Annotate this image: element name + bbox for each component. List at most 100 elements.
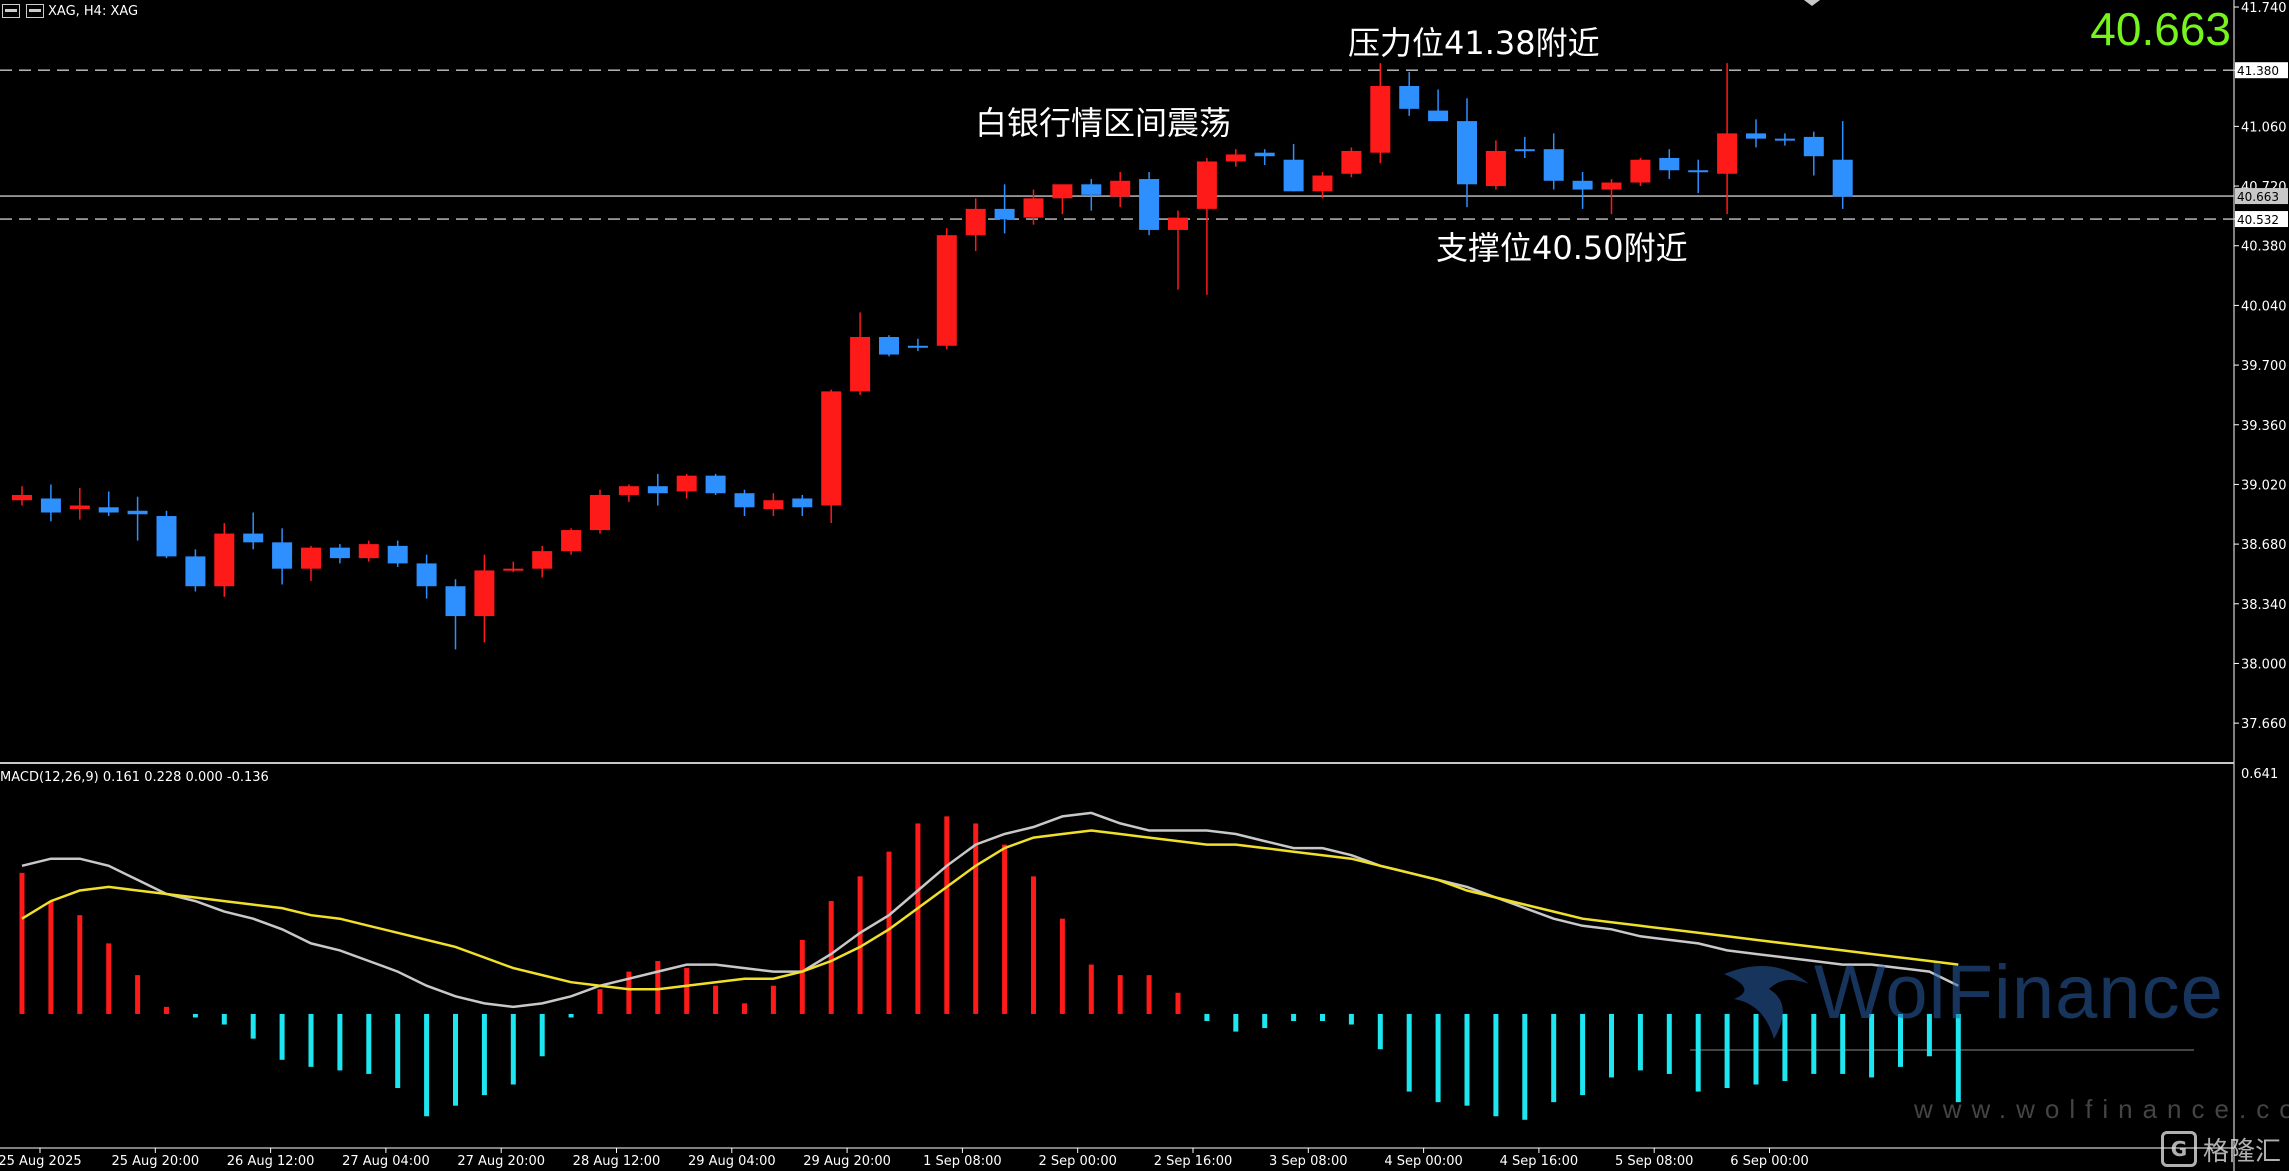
- candle: [1052, 184, 1073, 215]
- candle: [561, 528, 582, 555]
- candle-body: [1081, 184, 1102, 195]
- macd-histogram-bar: [1088, 964, 1094, 1014]
- macd-histogram-bar: [308, 1013, 314, 1067]
- candle-body: [1023, 198, 1044, 218]
- candle: [1774, 133, 1795, 146]
- menu-icon[interactable]: [2, 4, 20, 18]
- candle-body: [1832, 159, 1853, 197]
- candle: [156, 510, 177, 559]
- candle: [1832, 121, 1853, 209]
- candle-body: [734, 493, 755, 508]
- y-tick-label: 39.360: [2241, 419, 2287, 434]
- macd-histogram-bar: [1059, 918, 1065, 1014]
- signal-line: [21, 829, 1959, 991]
- candle: [243, 512, 264, 550]
- candle: [1139, 172, 1160, 236]
- macd-histogram-bar: [250, 1013, 256, 1039]
- candle-body: [358, 544, 379, 559]
- candle: [1168, 210, 1188, 290]
- candle: [416, 554, 437, 599]
- candle: [1399, 71, 1420, 116]
- macd-histogram-bar: [221, 1013, 227, 1025]
- candle: [1688, 159, 1709, 194]
- macd-histogram-bar: [828, 901, 834, 1014]
- macd-histogram-bar: [1753, 1013, 1759, 1085]
- candle: [734, 489, 755, 517]
- macd-histogram-bar: [915, 823, 921, 1014]
- candle: [185, 549, 206, 592]
- candle: [1110, 172, 1131, 208]
- macd-histogram-bar: [1724, 1013, 1730, 1089]
- candle-body: [12, 494, 32, 501]
- x-tick-label: 25 Aug 20:00: [111, 1154, 199, 1169]
- macd-histogram-bar: [337, 1013, 343, 1071]
- macd-histogram-bar: [1637, 1013, 1643, 1071]
- candle: [12, 486, 32, 506]
- candle-body: [1514, 149, 1535, 152]
- x-tick-label: 29 Aug 04:00: [688, 1154, 776, 1169]
- current-price: 40.663: [2090, 3, 2231, 55]
- candle-body: [879, 336, 899, 355]
- candle-body: [705, 475, 726, 494]
- candle: [792, 494, 813, 517]
- macd-histogram-bar: [1204, 1013, 1210, 1021]
- candle-body: [763, 500, 784, 510]
- candle-body: [98, 507, 119, 513]
- macd-histogram-bar: [510, 1013, 516, 1085]
- chart-window-icon[interactable]: [26, 4, 44, 18]
- candle: [1485, 140, 1506, 190]
- x-tick-label: 25 Aug 2025: [0, 1154, 82, 1169]
- macd-histogram-bar: [1031, 876, 1036, 1014]
- macd-histogram-bar: [1695, 1013, 1701, 1092]
- macd-histogram-bar: [1175, 992, 1181, 1014]
- candle-body: [994, 208, 1015, 220]
- candle: [647, 473, 668, 506]
- chart-canvas[interactable]: 41.74041.38041.06040.72040.53240.38040.0…: [0, 0, 2289, 1171]
- candle-body: [243, 533, 264, 543]
- macd-histogram-bar: [1464, 1013, 1470, 1106]
- candle: [1225, 149, 1246, 167]
- candle: [1514, 136, 1535, 158]
- candle-body: [1399, 86, 1420, 109]
- candle-body: [1370, 86, 1391, 153]
- macd-histogram-bar: [742, 1003, 747, 1014]
- candle-body: [1543, 149, 1564, 181]
- candle-body: [272, 542, 293, 569]
- candle-body: [1110, 180, 1131, 197]
- macd-histogram-bar: [1435, 1013, 1441, 1103]
- candle: [445, 579, 466, 650]
- candle: [936, 228, 957, 350]
- macd-line: [21, 811, 1959, 1009]
- x-tick-label: 28 Aug 12:00: [573, 1154, 661, 1169]
- gelonghui-logo-icon: G: [2160, 1131, 2197, 1167]
- candle-body: [1254, 152, 1275, 157]
- candle: [272, 528, 293, 585]
- candle-body: [214, 533, 235, 587]
- candle-body: [40, 498, 61, 513]
- x-tick-label: 3 Sep 08:00: [1269, 1154, 1348, 1169]
- macd-histogram-bar: [597, 989, 603, 1014]
- macd-scale-label: 0.641: [2241, 767, 2278, 782]
- candle: [329, 544, 350, 564]
- candle: [965, 198, 986, 251]
- candle-body: [1659, 157, 1680, 171]
- annotation-range: 白银行情区间震荡: [975, 104, 1232, 142]
- macd-histogram-bar: [1291, 1013, 1297, 1021]
- candle: [98, 491, 119, 517]
- macd-histogram-bar: [1551, 1013, 1557, 1103]
- y-tick-label: 38.000: [2241, 657, 2287, 672]
- candle: [301, 545, 321, 581]
- candle: [387, 540, 408, 567]
- candle: [1572, 172, 1593, 209]
- candle: [1081, 179, 1102, 211]
- macd-histogram-bar: [192, 1013, 198, 1018]
- candle: [1457, 98, 1477, 208]
- macd-histogram-bar: [1666, 1013, 1672, 1074]
- macd-histogram-bar: [1840, 1013, 1846, 1074]
- x-tick-label: 27 Aug 04:00: [342, 1154, 430, 1169]
- candle: [1746, 119, 1766, 148]
- candle: [618, 484, 639, 502]
- candle-body: [647, 486, 668, 494]
- candle-body: [821, 391, 842, 506]
- candle-body: [503, 568, 524, 571]
